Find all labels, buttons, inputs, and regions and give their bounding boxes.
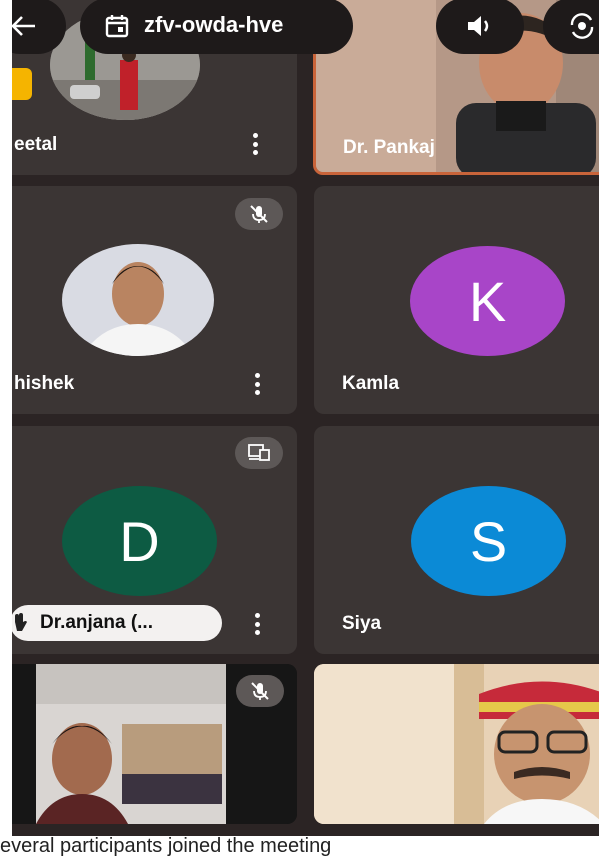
hand-raise-badge bbox=[12, 68, 32, 100]
speaker-icon bbox=[468, 16, 489, 36]
meeting-screen: eetal Dr. Pankaj hishek K Kamla D S Siya… bbox=[12, 0, 599, 857]
participant-tile-kamla[interactable]: K Kamla bbox=[314, 186, 599, 414]
participant-name: Dr.anjana (... bbox=[40, 612, 153, 633]
audio-output-button[interactable] bbox=[436, 0, 524, 54]
calendar-icon bbox=[105, 15, 129, 38]
more-options-icon[interactable] bbox=[252, 133, 258, 155]
participant-tile-siya[interactable]: S Siya bbox=[314, 426, 599, 654]
more-options-icon[interactable] bbox=[254, 613, 260, 635]
participant-name: hishek bbox=[14, 373, 75, 394]
present-screen-icon bbox=[235, 437, 283, 469]
arrow-left-icon bbox=[12, 16, 35, 36]
participant-avatar: S bbox=[411, 486, 566, 596]
camera-switch-icon bbox=[570, 13, 594, 39]
meeting-info-button[interactable]: zfv-owda-hve bbox=[80, 0, 353, 54]
participant-avatar: K bbox=[410, 246, 565, 356]
participant-name: Dr. Pankaj bbox=[343, 137, 435, 158]
participant-tile-video-classroom[interactable] bbox=[12, 664, 297, 824]
more-options-icon[interactable] bbox=[254, 373, 260, 395]
switch-camera-button[interactable] bbox=[543, 0, 599, 54]
participant-avatar: D bbox=[62, 486, 217, 596]
participant-avatar-photo bbox=[62, 244, 214, 356]
participant-name: eetal bbox=[14, 134, 58, 155]
mic-off-icon bbox=[236, 675, 284, 707]
caption-text: everal participants joined the meeting bbox=[0, 836, 599, 857]
participant-name: Kamla bbox=[342, 373, 400, 394]
participant-video bbox=[314, 664, 599, 824]
hand-icon bbox=[15, 613, 27, 631]
participant-name-pill[interactable]: Dr.anjana (... bbox=[12, 605, 222, 641]
participant-tile-hishek[interactable]: hishek bbox=[12, 186, 297, 414]
mic-off-icon bbox=[235, 198, 283, 230]
meeting-code: zfv-owda-hve bbox=[144, 12, 284, 37]
participant-tile-video-man[interactable] bbox=[314, 664, 599, 824]
participant-name: Siya bbox=[342, 613, 382, 634]
